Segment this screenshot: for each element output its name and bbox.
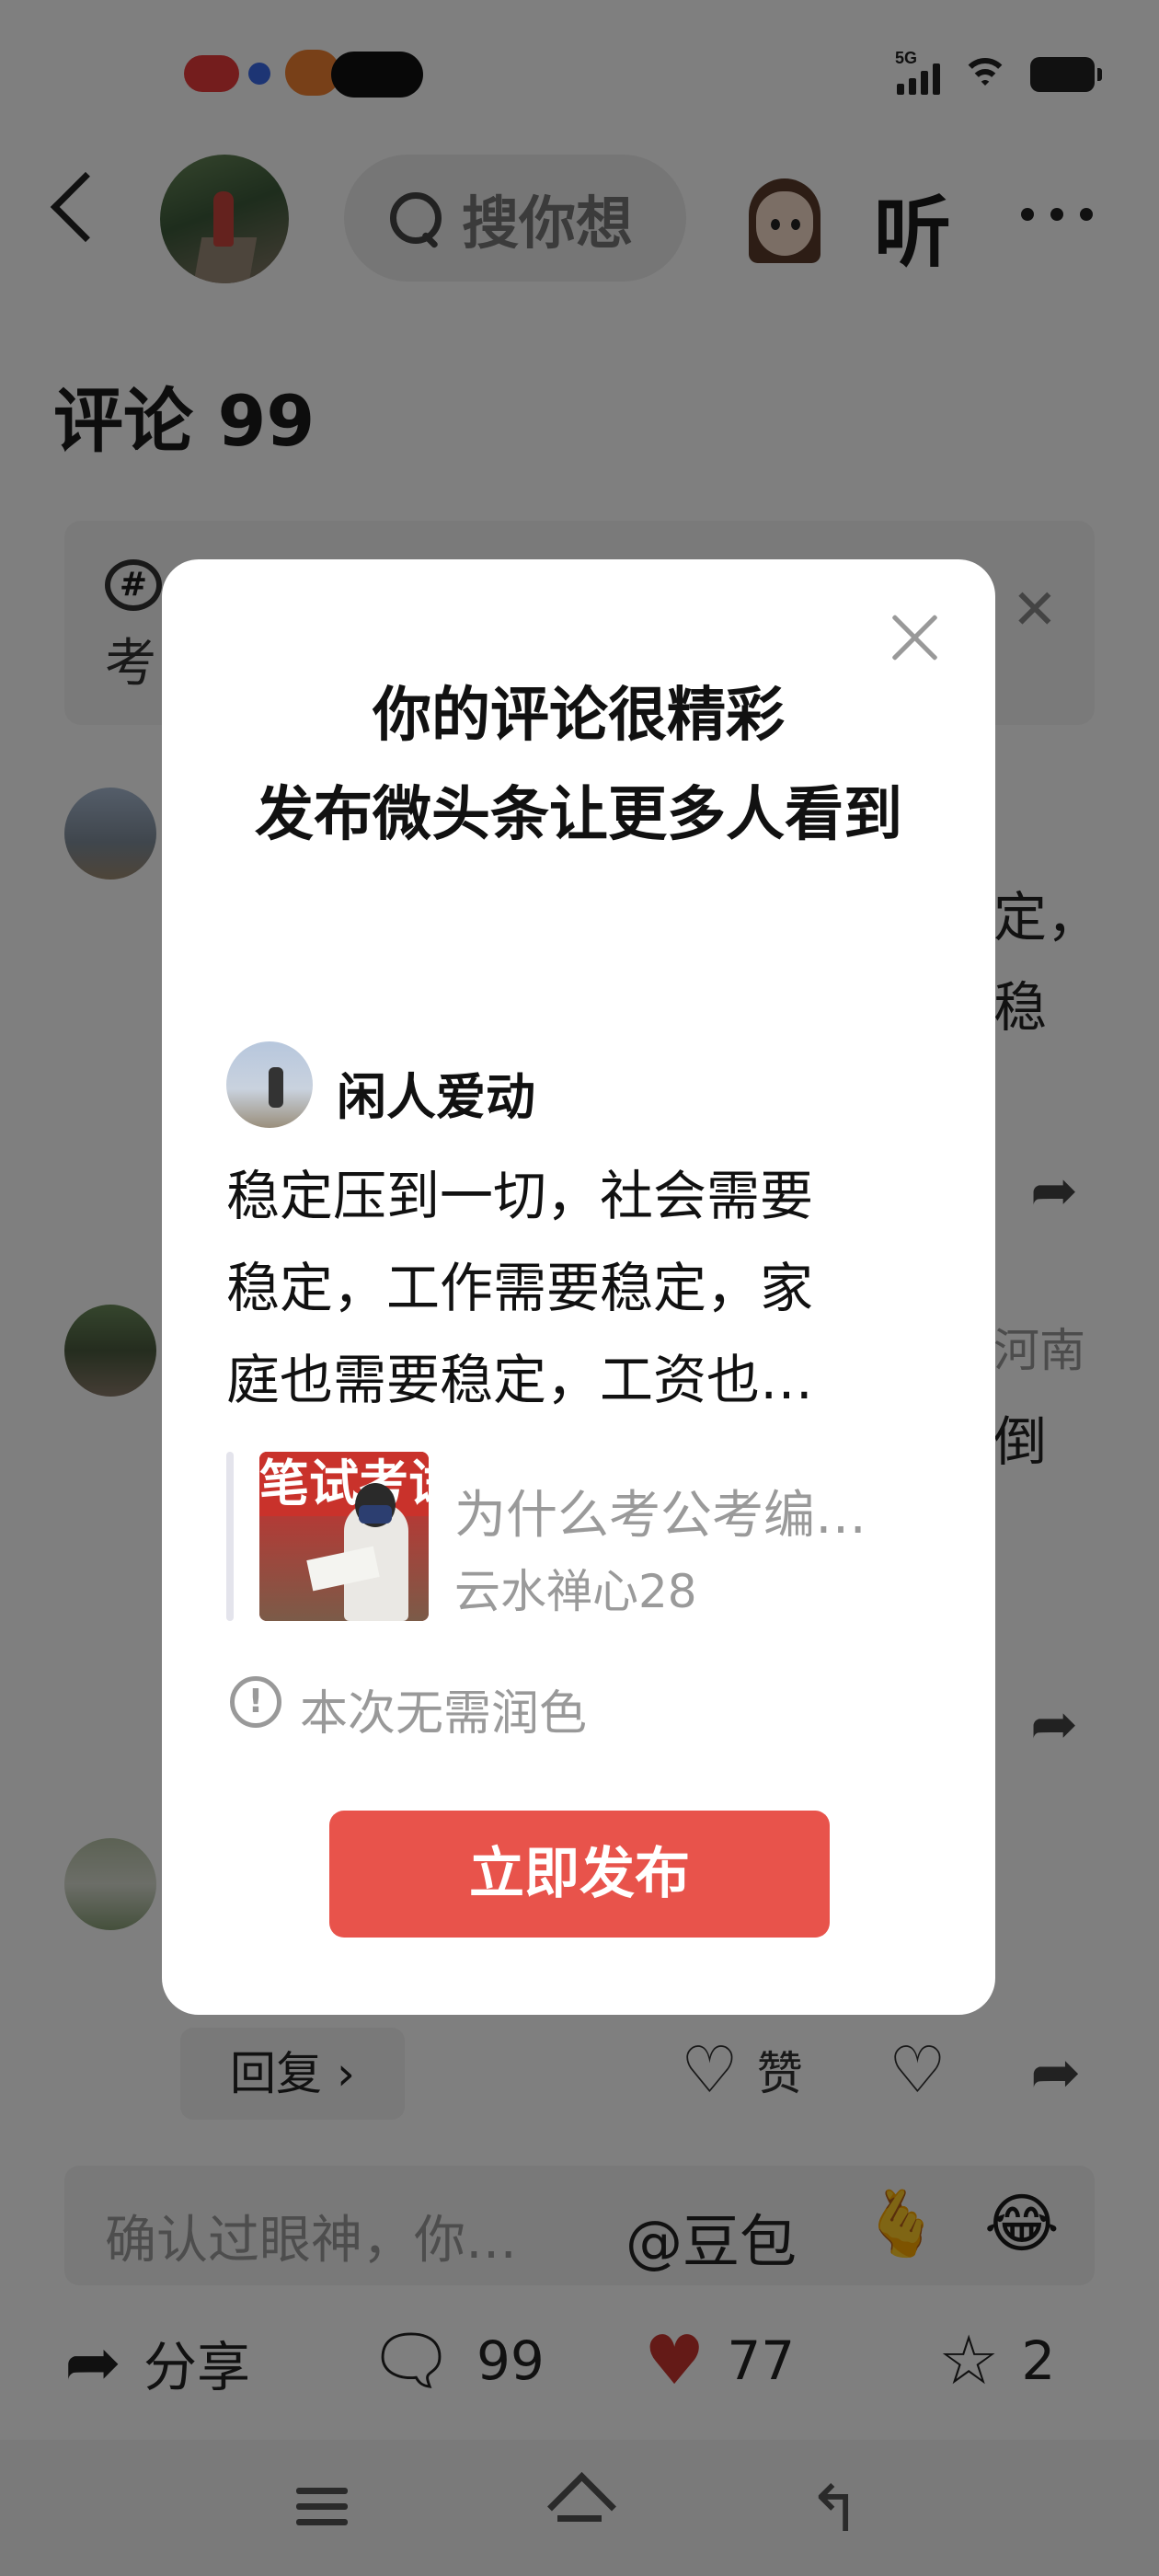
article-thumb-banner: 笔试考试 <box>259 1452 429 1516</box>
post-author-name: 闲人爱动 <box>337 1068 535 1126</box>
post-body-line: 稳定，工作需要稳定，家 <box>226 1257 814 1319</box>
article-author: 云水禅心28 <box>454 1565 697 1618</box>
dialog-title: 你的评论很精彩 发布微头条让更多人看到 <box>217 666 940 865</box>
notice-text: 本次无需润色 <box>300 1686 588 1742</box>
article-thumbnail: 笔试考试 <box>259 1452 429 1621</box>
post-body-line: 稳定压到一切，社会需要 <box>226 1165 814 1227</box>
post-body-line: 庭也需要稳定，工资也… <box>226 1349 814 1411</box>
quote-divider <box>226 1452 234 1621</box>
post-author-avatar <box>226 1041 313 1128</box>
post-body: 稳定压到一切，社会需要 稳定，工作需要稳定，家 庭也需要稳定，工资也… <box>226 1150 898 1426</box>
close-icon[interactable] <box>887 611 942 666</box>
dialog-title-line1: 你的评论很精彩 <box>373 682 785 750</box>
dialog-title-line2: 发布微头条让更多人看到 <box>255 781 902 849</box>
publish-now-button[interactable]: 立即发布 <box>329 1811 830 1938</box>
article-title: 为什么考公考编… <box>454 1486 866 1546</box>
info-icon: ! <box>230 1676 281 1728</box>
